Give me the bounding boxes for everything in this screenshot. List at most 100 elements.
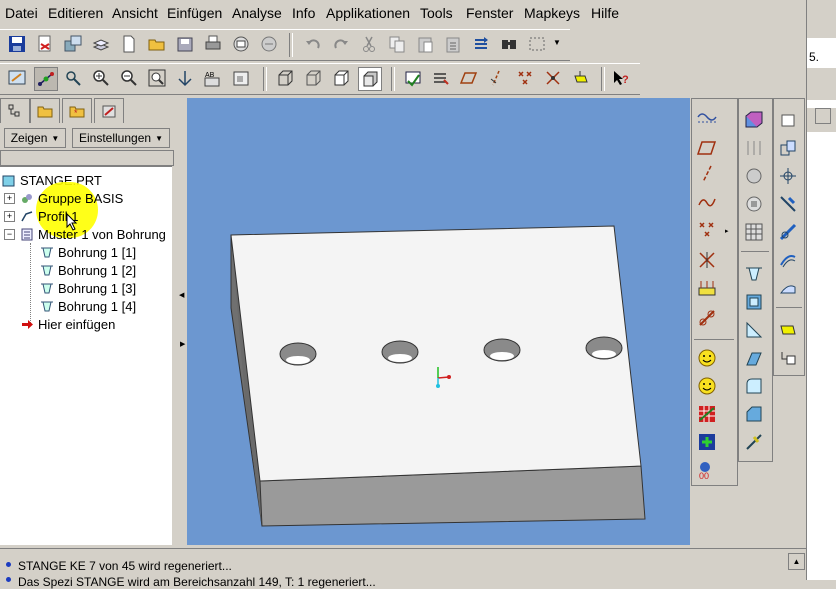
- shaded-icon[interactable]: [358, 67, 382, 91]
- refit-icon[interactable]: [146, 67, 168, 89]
- relations-icon[interactable]: 00: [696, 459, 718, 481]
- regenerate-icon[interactable]: [470, 33, 492, 55]
- show-dropdown[interactable]: Zeigen ▼: [4, 128, 66, 148]
- reorient-icon[interactable]: [174, 67, 196, 89]
- paste-icon[interactable]: [414, 33, 436, 55]
- expand-toggle-icon[interactable]: +: [4, 211, 15, 222]
- pattern-table-icon[interactable]: [743, 221, 765, 243]
- extrude-icon[interactable]: [743, 109, 765, 131]
- collapse-toggle-icon[interactable]: −: [4, 229, 15, 240]
- orient-icon[interactable]: [62, 67, 84, 89]
- zoom-in-icon[interactable]: [90, 67, 112, 89]
- hidden-line-icon[interactable]: [302, 67, 324, 89]
- smiley-icon[interactable]: [696, 347, 718, 369]
- model-tree-tab[interactable]: [0, 98, 30, 123]
- context-help-icon[interactable]: ?: [610, 67, 632, 89]
- connections-tab[interactable]: [94, 98, 124, 123]
- spin-axes-icon[interactable]: [542, 67, 564, 89]
- print-icon[interactable]: [202, 33, 224, 55]
- copy-icon[interactable]: [386, 33, 408, 55]
- menu-analyse[interactable]: Analyse: [232, 5, 282, 21]
- datum-axes-icon[interactable]: [430, 67, 452, 89]
- trim-icon[interactable]: [777, 193, 799, 215]
- settings-dropdown[interactable]: Einstellungen ▼: [72, 128, 170, 148]
- rib-icon[interactable]: [743, 319, 765, 341]
- menu-mapkeys[interactable]: Mapkeys: [524, 5, 580, 21]
- csys-icon[interactable]: [486, 67, 508, 89]
- coordinate-system-icon[interactable]: [696, 249, 718, 271]
- extend-icon[interactable]: [777, 221, 799, 243]
- annotation-feature-icon[interactable]: [777, 319, 799, 341]
- tree-item-gruppe-basis[interactable]: Gruppe BASIS: [20, 189, 123, 207]
- tree-item-bohrung-2[interactable]: Bohrung 1 [2]: [40, 261, 136, 279]
- menu-ansicht[interactable]: Ansicht: [112, 5, 158, 21]
- blend-icon[interactable]: [743, 193, 765, 215]
- edge-chamfer-icon[interactable]: [743, 431, 765, 453]
- no-hidden-icon[interactable]: [330, 67, 352, 89]
- mail-icon[interactable]: [230, 33, 252, 55]
- add-feature-icon[interactable]: [696, 431, 718, 453]
- sweep-icon[interactable]: [743, 165, 765, 187]
- menu-applikationen[interactable]: Applikationen: [326, 5, 410, 21]
- annotations-icon[interactable]: [514, 67, 536, 89]
- find-icon[interactable]: [498, 33, 520, 55]
- mirror-icon[interactable]: [777, 137, 799, 159]
- wireframe-icon[interactable]: [274, 67, 296, 89]
- panel-splitter[interactable]: ◀ ▶: [178, 96, 186, 548]
- scroll-up-icon[interactable]: ▲: [788, 553, 805, 570]
- new-icon[interactable]: [118, 33, 140, 55]
- menu-tools[interactable]: Tools: [420, 5, 453, 21]
- expand-right-icon[interactable]: ▶: [180, 340, 185, 348]
- expand-toggle-icon[interactable]: +: [4, 193, 15, 204]
- datum-points-icon[interactable]: [458, 67, 480, 89]
- offset-icon[interactable]: [777, 249, 799, 271]
- sketched-curve-icon[interactable]: [696, 191, 718, 213]
- cut-icon[interactable]: [358, 33, 380, 55]
- datum-point-icon[interactable]: [696, 219, 718, 241]
- tree-item-insert-here[interactable]: Hier einfügen: [20, 315, 115, 333]
- select-dropdown-arrow-icon[interactable]: ▼: [553, 38, 561, 47]
- menu-fenster[interactable]: Fenster: [466, 5, 513, 21]
- analysis-feature-icon[interactable]: [696, 277, 718, 299]
- paste-special-icon[interactable]: [442, 33, 464, 55]
- folder-browser-tab[interactable]: [30, 98, 60, 123]
- menu-info[interactable]: Info: [292, 5, 315, 21]
- tree-item-bohrung-4[interactable]: Bohrung 1 [4]: [40, 297, 136, 315]
- thicken-icon[interactable]: [777, 277, 799, 299]
- save-copy-icon[interactable]: [174, 33, 196, 55]
- spin-center-icon[interactable]: [34, 67, 58, 91]
- tree-item-muster[interactable]: Muster 1 von Bohrung: [20, 225, 166, 243]
- export-icon[interactable]: [62, 33, 84, 55]
- save-icon[interactable]: [6, 33, 28, 55]
- partial-button[interactable]: [815, 108, 831, 124]
- draft-icon[interactable]: [743, 347, 765, 369]
- repaint-icon[interactable]: [6, 67, 28, 89]
- view-manager-icon[interactable]: [230, 67, 252, 89]
- note-icon[interactable]: [777, 347, 799, 369]
- rectangle-icon[interactable]: [777, 109, 799, 131]
- layers-icon[interactable]: [90, 33, 112, 55]
- datum-curve-icon[interactable]: [696, 107, 718, 129]
- select-box-icon[interactable]: [526, 33, 548, 55]
- user-defined-feature-icon[interactable]: [696, 307, 718, 329]
- table-icon[interactable]: [696, 403, 718, 425]
- favorites-tab[interactable]: *: [62, 98, 92, 123]
- chamfer-icon[interactable]: [743, 403, 765, 425]
- menu-datei[interactable]: Datei: [5, 5, 38, 21]
- menu-editieren[interactable]: Editieren: [48, 5, 103, 21]
- hole-tool-icon[interactable]: [743, 263, 765, 285]
- smiley-icon[interactable]: [696, 375, 718, 397]
- tree-item-bohrung-3[interactable]: Bohrung 1 [3]: [40, 279, 136, 297]
- menu-hilfe[interactable]: Hilfe: [591, 5, 619, 21]
- datum-plane-icon[interactable]: [696, 137, 718, 159]
- graphics-viewport[interactable]: [187, 98, 690, 545]
- 3d-notes-icon[interactable]: [570, 67, 592, 89]
- menu-einfuegen[interactable]: Einfügen: [167, 5, 222, 21]
- zoom-out-icon[interactable]: [118, 67, 140, 89]
- shell-icon[interactable]: [743, 291, 765, 313]
- named-views-icon[interactable]: AB: [202, 67, 224, 89]
- datum-axis-icon[interactable]: [696, 163, 718, 185]
- mail-attach-icon[interactable]: [258, 33, 280, 55]
- datum-planes-icon[interactable]: [402, 67, 424, 89]
- print-pdf-icon[interactable]: [34, 33, 56, 55]
